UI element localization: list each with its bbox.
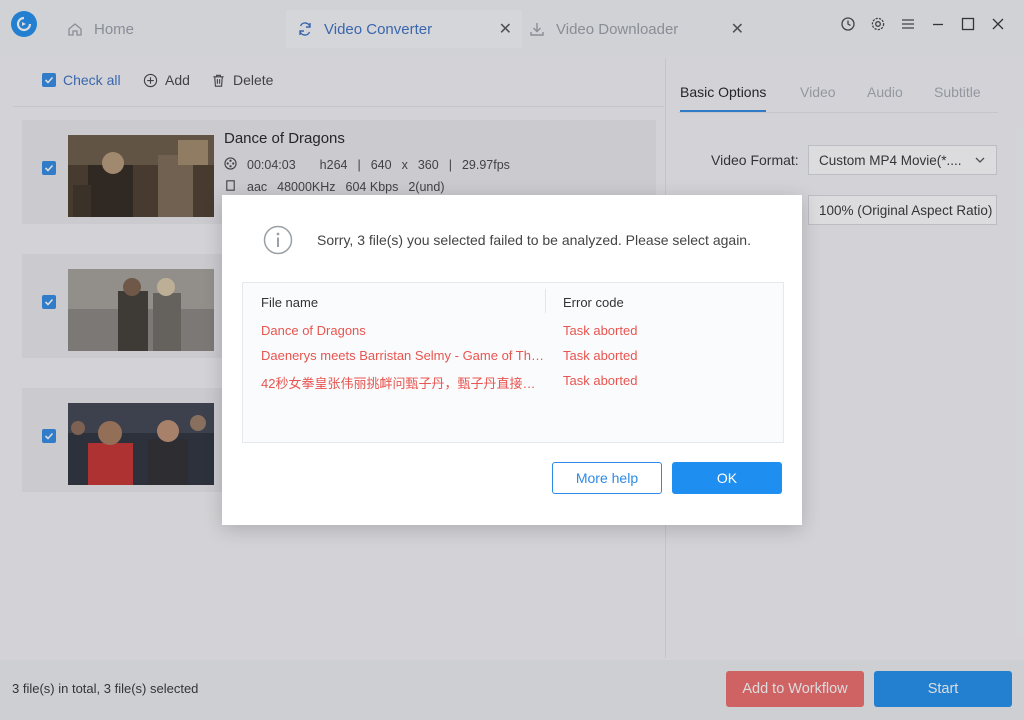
more-help-button[interactable]: More help xyxy=(552,462,662,494)
table-row: Dance of Dragons Task aborted xyxy=(243,323,783,347)
info-icon xyxy=(263,225,293,255)
failed-file-name: Dance of Dragons xyxy=(261,323,366,338)
table-row: 42秒女拳皇张伟丽挑衅问甄子丹，甄子丹直接回应 Task aborted xyxy=(243,373,783,397)
error-code: Task aborted xyxy=(563,348,638,363)
error-dialog: Sorry, 3 file(s) you selected failed to … xyxy=(222,195,802,525)
column-header-error-code: Error code xyxy=(563,295,624,310)
failed-file-name: Daenerys meets Barristan Selmy - Game of… xyxy=(261,348,547,363)
error-code: Task aborted xyxy=(563,373,638,388)
failed-file-name: 42秒女拳皇张伟丽挑衅问甄子丹，甄子丹直接回应 xyxy=(261,376,547,391)
failed-files-table: File name Error code Dance of Dragons Ta… xyxy=(242,282,784,443)
table-row: Daenerys meets Barristan Selmy - Game of… xyxy=(243,348,783,372)
dialog-message: Sorry, 3 file(s) you selected failed to … xyxy=(317,232,751,248)
column-header-file-name: File name xyxy=(261,295,319,310)
ok-button[interactable]: OK xyxy=(672,462,782,494)
column-separator xyxy=(545,289,546,313)
error-code: Task aborted xyxy=(563,323,638,338)
